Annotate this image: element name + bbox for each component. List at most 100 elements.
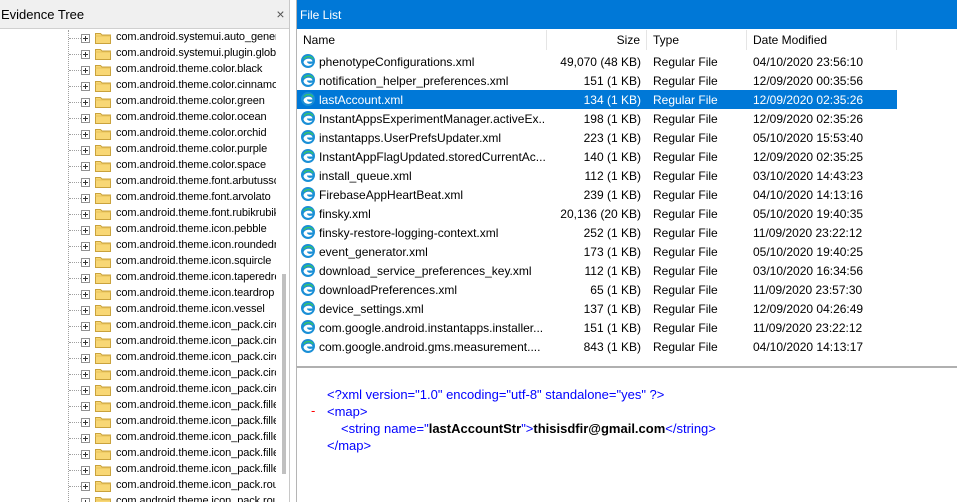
tree-item[interactable]: com.android.theme.color.green [0,94,276,110]
plus-expander-icon[interactable] [81,418,90,427]
plus-expander-icon[interactable] [81,226,90,235]
tree-item[interactable]: com.android.theme.color.purple [0,142,276,158]
tree-item[interactable]: com.android.theme.font.arbutusso [0,174,276,190]
plus-expander-icon[interactable] [81,66,90,75]
plus-expander-icon[interactable] [81,162,90,171]
plus-expander-icon[interactable] [81,82,90,91]
edge-browser-file-icon [300,262,316,278]
plus-expander-icon[interactable] [81,178,90,187]
close-icon[interactable]: × [274,7,287,21]
edge-browser-file-icon [300,167,316,183]
plus-expander-icon[interactable] [81,402,90,411]
tree-item[interactable]: com.android.theme.icon_pack.fille [0,430,276,446]
tree-item[interactable]: com.android.theme.icon_pack.rou [0,494,276,502]
plus-expander-icon[interactable] [81,338,90,347]
edge-browser-file-icon [300,338,316,354]
tree-item[interactable]: com.android.theme.color.orchid [0,126,276,142]
folder-icon [95,192,111,204]
tree-item[interactable]: com.android.theme.icon_pack.fille [0,398,276,414]
tree-item[interactable]: com.android.theme.icon.pebble [0,222,276,238]
tree-item[interactable]: com.android.theme.icon_pack.circ [0,366,276,382]
plus-expander-icon[interactable] [81,130,90,139]
tree-item[interactable]: com.android.theme.icon.vessel [0,302,276,318]
tree-item[interactable]: com.android.theme.font.rubikrubik [0,206,276,222]
file-row[interactable]: FirebaseAppHeartBeat.xml 239 (1 KB) Regula… [297,185,897,204]
plus-expander-icon[interactable] [81,482,90,491]
plus-expander-icon[interactable] [81,194,90,203]
tree-item[interactable]: com.android.theme.icon.teardrop [0,286,276,302]
tree-item[interactable]: com.android.theme.icon_pack.fille [0,462,276,478]
column-header-type[interactable]: Type [647,30,747,50]
evidence-tree[interactable]: com.android.systemui.auto_gener com.andro… [0,30,276,502]
folder-icon [95,304,111,316]
file-row[interactable]: com.google.android.instantapps.installer… [297,318,897,337]
plus-expander-icon[interactable] [81,146,90,155]
tree-item[interactable]: com.android.theme.color.space [0,158,276,174]
tree-item[interactable]: com.android.theme.icon.roundedr [0,238,276,254]
tree-item[interactable]: com.android.theme.icon_pack.fille [0,414,276,430]
file-row[interactable]: notification_helper_preferences.xml 151 (… [297,71,897,90]
file-row[interactable]: phenotypeConfigurations.xml 49,070 (48 KB… [297,52,897,71]
tree-item[interactable]: com.android.systemui.plugin.globa [0,46,276,62]
file-row[interactable]: com.google.android.gms.measurement.... 84… [297,337,897,356]
file-row[interactable]: download_service_preferences_key.xml 112 … [297,261,897,280]
file-row[interactable]: finsky-restore-logging-context.xml 252 (1… [297,223,897,242]
plus-expander-icon[interactable] [81,50,90,59]
tree-item[interactable]: com.android.theme.icon_pack.circ [0,334,276,350]
plus-expander-icon[interactable] [81,450,90,459]
file-row[interactable]: lastAccount.xml 134 (1 KB) Regular File 12/… [297,90,897,109]
file-row[interactable]: event_generator.xml 173 (1 KB) Regular Fil… [297,242,897,261]
folder-icon [95,400,111,412]
plus-expander-icon[interactable] [81,258,90,267]
tree-connector [69,470,81,471]
column-header-date-modified[interactable]: Date Modified [747,30,897,50]
plus-expander-icon[interactable] [81,386,90,395]
tree-item[interactable]: com.android.theme.font.arvolato [0,190,276,206]
plus-expander-icon[interactable] [81,370,90,379]
file-type-cell: Regular File [653,131,718,145]
tree-item[interactable]: com.android.theme.icon_pack.fille [0,446,276,462]
plus-expander-icon[interactable] [81,306,90,315]
plus-expander-icon[interactable] [81,274,90,283]
file-row[interactable]: downloadPreferences.xml 65 (1 KB) Regular … [297,280,897,299]
tree-item[interactable]: com.android.theme.color.black [0,62,276,78]
plus-expander-icon[interactable] [81,322,90,331]
file-row[interactable]: InstantAppFlagUpdated.storedCurrentAc...… [297,147,897,166]
xml-string-attr-value: lastAccountStr [428,421,522,436]
plus-expander-icon[interactable] [81,34,90,43]
tree-item[interactable]: com.android.theme.icon.squircle [0,254,276,270]
tree-item[interactable]: com.android.systemui.auto_gener [0,30,276,46]
file-row[interactable]: instantapps.UserPrefsUpdater.xml 223 (1 K… [297,128,897,147]
tree-item[interactable]: com.android.theme.icon_pack.circ [0,318,276,334]
plus-expander-icon[interactable] [81,354,90,363]
tree-item[interactable]: com.android.theme.color.ocean [0,110,276,126]
collapse-map-icon[interactable]: - [311,403,315,418]
plus-expander-icon[interactable] [81,434,90,443]
plus-expander-icon[interactable] [81,98,90,107]
folder-icon [95,448,111,460]
file-row[interactable]: device_settings.xml 137 (1 KB) Regular Fil… [297,299,897,318]
plus-expander-icon[interactable] [81,466,90,475]
tree-scrollbar[interactable] [280,30,288,502]
plus-expander-icon[interactable] [81,498,90,502]
column-header-name[interactable]: Name [297,30,547,50]
file-row[interactable]: install_queue.xml 112 (1 KB) Regular File 0… [297,166,897,185]
file-size-cell: 140 (1 KB) [583,150,641,164]
tree-item[interactable]: com.android.theme.color.cinnamo [0,78,276,94]
file-date-cell: 11/09/2020 23:22:12 [753,321,863,335]
file-name-cell: InstantAppsExperimentManager.activeEx... [319,112,545,126]
file-row[interactable]: finsky.xml 20,136 (20 KB) Regular File 05/1… [297,204,897,223]
tree-scrollbar-thumb[interactable] [282,274,286,474]
plus-expander-icon[interactable] [81,290,90,299]
file-row[interactable]: InstantAppsExperimentManager.activeEx...… [297,109,897,128]
plus-expander-icon[interactable] [81,210,90,219]
tree-connector [69,342,81,343]
tree-item[interactable]: com.android.theme.icon.taperedre [0,270,276,286]
plus-expander-icon[interactable] [81,114,90,123]
plus-expander-icon[interactable] [81,242,90,251]
evidence-tree-header: Evidence Tree × [0,0,289,29]
tree-item[interactable]: com.android.theme.icon_pack.circ [0,382,276,398]
tree-item[interactable]: com.android.theme.icon_pack.circ [0,350,276,366]
column-header-size[interactable]: Size [547,30,647,50]
tree-item[interactable]: com.android.theme.icon_pack.rou [0,478,276,494]
